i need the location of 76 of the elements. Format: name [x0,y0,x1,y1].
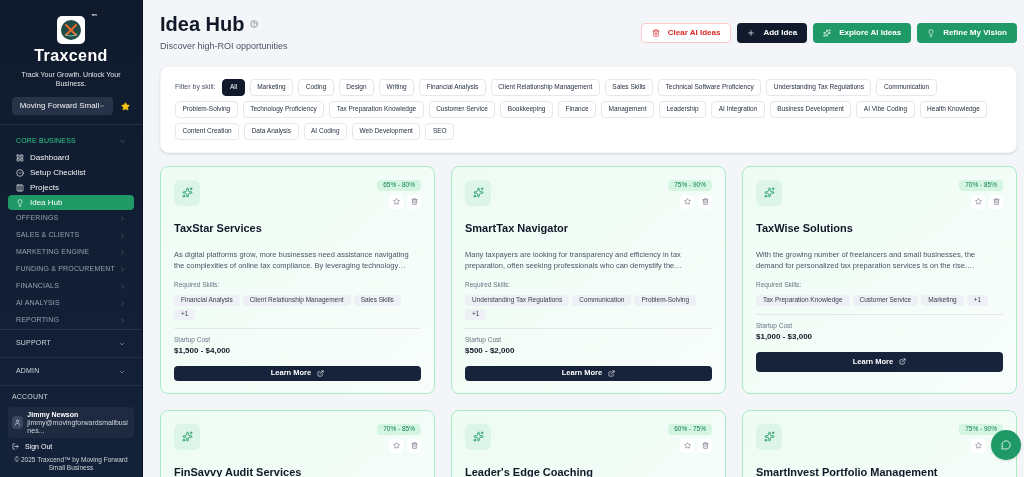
nav-item[interactable]: Setup Checklist [8,165,134,180]
sparkles-icon [472,431,484,442]
trash-icon [992,198,1000,205]
delete-button[interactable] [698,438,712,453]
star-icon [683,442,691,449]
chat-icon [1001,440,1011,450]
external-link-icon [317,369,325,377]
favorite-button[interactable] [680,194,694,209]
logo-icon [57,16,85,44]
grid-icon [16,153,24,162]
idea-title: Leader's Edge Coaching [465,464,594,477]
external-link-icon [899,358,907,365]
action-button[interactable]: Explore AI Ideas [813,23,912,43]
favorite-button[interactable] [389,194,403,209]
favorite-button[interactable] [971,194,985,209]
favorite-button[interactable] [389,438,403,453]
chevron-right-icon [119,283,126,290]
avatar [12,415,24,429]
star-icon[interactable] [121,101,131,111]
columns-icon [16,183,24,192]
star-icon [974,442,982,449]
delete-button[interactable] [407,438,421,453]
cost-value: $500 - $2,000 [465,344,516,357]
sparkles-icon [472,187,484,198]
star-icon [392,198,400,205]
sparkles-icon [763,187,775,198]
idea-title: SmartTax Navigator [465,220,570,236]
delete-button[interactable] [698,194,712,209]
plus-icon [747,29,756,37]
chevron-right-icon [119,249,126,256]
sparkles-icon [763,431,775,442]
help-icon[interactable] [250,20,259,28]
check-circle-icon [16,168,24,177]
external-link-icon [608,369,616,377]
nav-item[interactable]: Idea Hub [8,195,134,210]
action-button[interactable]: Add Idea [737,23,808,43]
idea-title: SmartInvest Portfolio Management [756,464,939,477]
nav-item[interactable]: Projects [8,180,134,195]
favorite-button[interactable] [680,438,694,453]
action-button[interactable]: Clear AI Ideas [640,23,732,43]
cost-value: $1,500 - $4,000 [174,344,232,357]
chevron-right-icon [119,300,126,307]
delete-button[interactable] [989,194,1003,209]
page-title: Idea Hub [160,12,245,36]
lightbulb-icon [927,29,936,37]
star-icon [392,442,400,449]
page-subtitle: Discover high-ROI opportunities [160,40,288,53]
sparkles-icon [823,29,832,37]
chevron-right-icon [119,215,126,222]
brand-name: Traxcend [34,46,108,66]
sparkles-icon [181,431,193,442]
sparkles-icon [181,187,193,198]
idea-title: TaxWise Solutions [756,220,854,236]
cost-value: $1,000 - $3,000 [756,330,814,343]
trash-icon [651,29,660,37]
logout-icon [12,443,19,451]
chevron-right-icon [119,317,126,324]
chevron-right-icon [119,232,126,239]
nav-item[interactable]: Dashboard [8,150,134,165]
idea-title: FinSavvy Audit Services [174,464,303,477]
chevron-right-icon [119,266,126,273]
lightbulb-icon [16,198,24,207]
favorite-button[interactable] [971,438,985,453]
trash-icon [410,198,418,205]
idea-title: TaxStar Services [174,220,263,236]
chevron-down-icon [99,103,106,109]
delete-button[interactable] [407,194,421,209]
action-button[interactable]: Refine My Vision [917,23,1017,43]
star-icon [683,198,691,205]
chevron-down-icon [119,138,126,145]
business-select[interactable]: Moving Forward Small [11,97,114,115]
trash-icon [701,442,709,449]
star-icon [974,198,982,205]
trash-icon [701,198,709,205]
trash-icon [410,442,418,449]
chat-button[interactable] [991,430,1021,460]
